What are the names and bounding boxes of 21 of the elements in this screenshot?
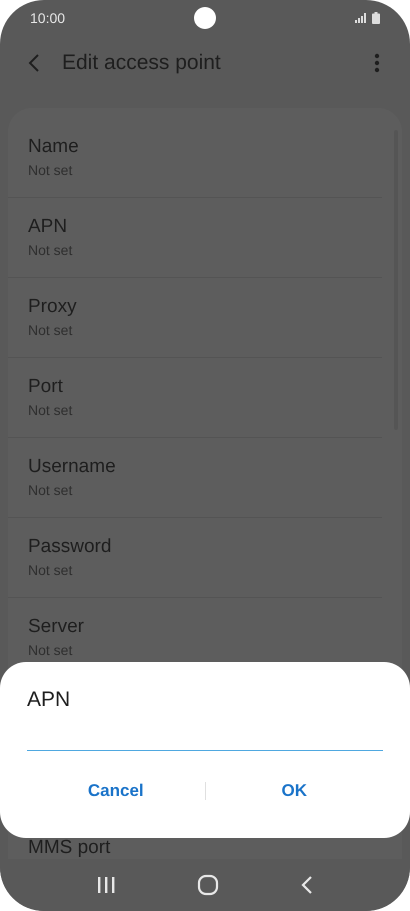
field-label[interactable]: Port (28, 376, 63, 398)
more-options-icon[interactable] (374, 53, 380, 73)
field-label[interactable]: APN (28, 216, 68, 238)
back-icon[interactable] (28, 53, 40, 73)
field-label[interactable]: Username (28, 456, 116, 478)
status-time: 10:00 (30, 10, 66, 26)
battery-icon (372, 12, 380, 24)
field-label[interactable]: MMS port (28, 837, 110, 858)
field-label[interactable]: Name (28, 136, 79, 158)
screen-title: Edit access point (62, 51, 221, 75)
field-label[interactable]: Server (28, 616, 84, 638)
recent-apps-icon[interactable] (96, 876, 116, 894)
home-icon[interactable] (196, 874, 219, 896)
cancel-button[interactable]: Cancel (27, 773, 204, 809)
back-icon[interactable] (300, 875, 314, 895)
signal-icon (355, 13, 367, 23)
field-label[interactable]: Proxy (28, 296, 77, 318)
dialog-title: APN (27, 688, 70, 712)
ok-button[interactable]: OK (206, 773, 383, 809)
camera-hole-icon (194, 7, 216, 29)
field-label[interactable]: Password (28, 536, 112, 558)
